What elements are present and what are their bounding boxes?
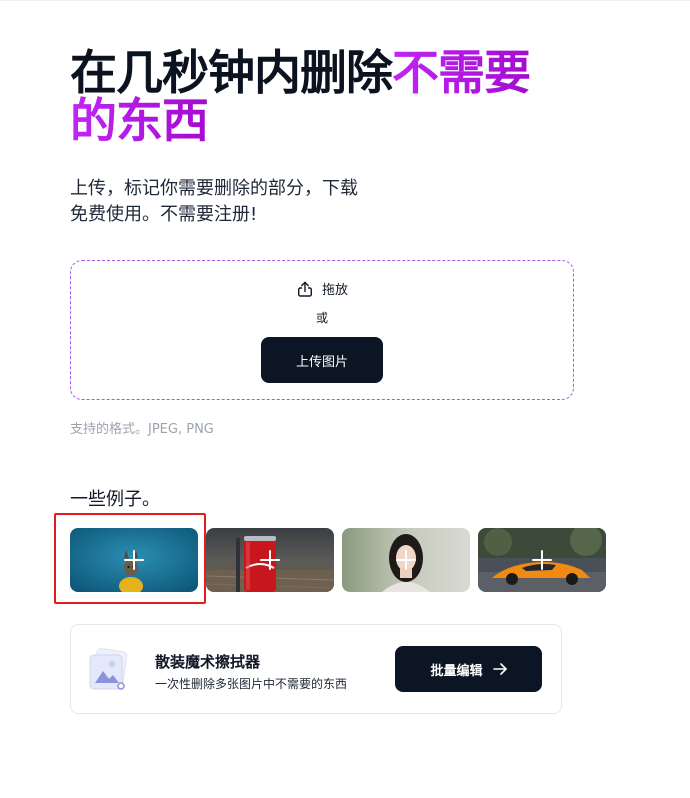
drag-drop-row: 拖放 (71, 279, 573, 298)
upload-image-button[interactable]: 上传图片 (261, 337, 383, 383)
subtitle-line2: 免费使用。不需要注册! (70, 204, 258, 225)
upload-dropzone[interactable]: 拖放 或 上传图片 (70, 260, 574, 400)
images-stack-icon (87, 647, 131, 693)
bulk-edit-label: 批量编辑 (430, 663, 483, 679)
bulk-eraser-description: 一次性删除多张图片中不需要的东西 (155, 677, 348, 691)
bulk-eraser-title: 散装魔术擦拭器 (155, 653, 261, 671)
add-icon (124, 550, 144, 570)
example-image-cola[interactable] (206, 528, 334, 592)
arrow-right-icon (492, 663, 507, 675)
top-divider (0, 0, 690, 1)
or-label: 或 (315, 311, 328, 325)
add-icon (260, 550, 280, 570)
example-image-dog[interactable] (70, 528, 198, 592)
examples-heading: 一些例子。 (70, 489, 160, 510)
subtitle-line1: 上传，标记你需要删除的部分，下载 (70, 178, 358, 199)
add-icon (532, 550, 552, 570)
title-accent-1: 不需要 (392, 46, 531, 101)
page-title: 在几秒钟内删除不需要 的东西 (70, 50, 630, 146)
drag-drop-label: 拖放 (321, 283, 348, 298)
upload-icon (296, 280, 314, 298)
subtitle: 上传，标记你需要删除的部分，下载 免费使用。不需要注册! (70, 176, 410, 228)
title-part1: 在几秒钟内删除 (70, 46, 393, 101)
example-image-car[interactable] (478, 528, 606, 592)
title-accent-2: 的东西 (70, 94, 209, 149)
example-image-woman[interactable] (342, 528, 470, 592)
supported-formats: 支持的格式。JPEG, PNG (70, 422, 214, 437)
add-icon (396, 550, 416, 570)
bulk-eraser-card: 散装魔术擦拭器 一次性删除多张图片中不需要的东西 批量编辑 (70, 624, 562, 714)
bulk-edit-button[interactable]: 批量编辑 (395, 646, 542, 692)
